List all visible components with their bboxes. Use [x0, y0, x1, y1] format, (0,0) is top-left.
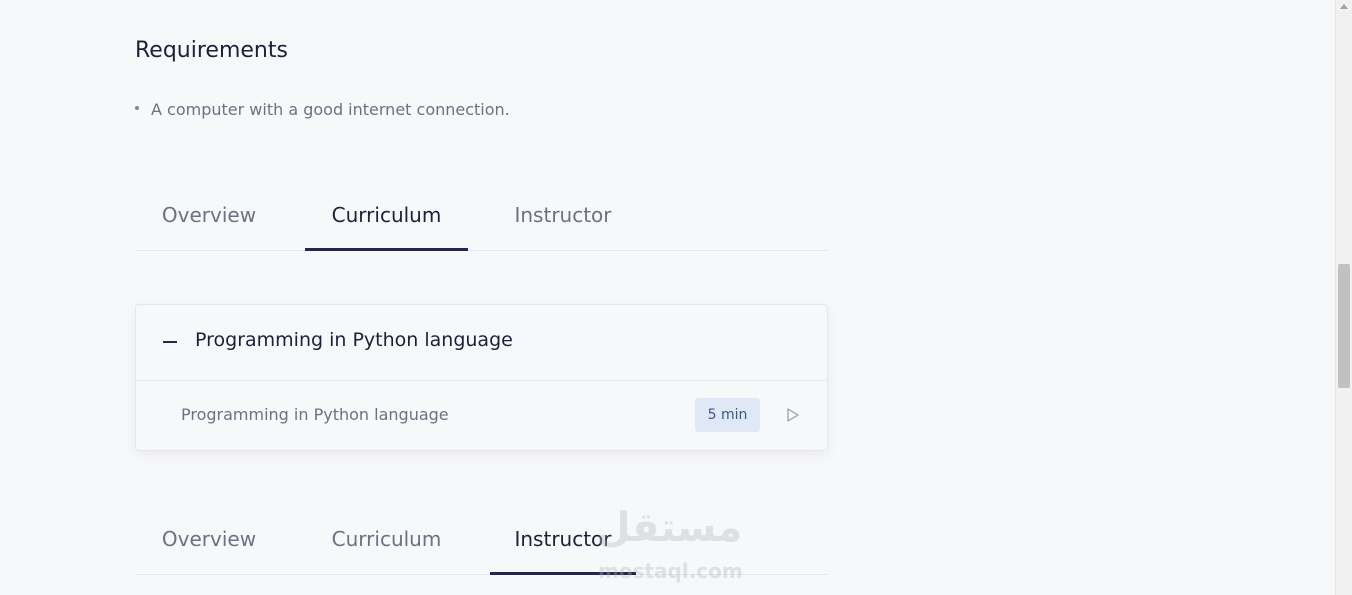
tab-instructor[interactable]: Instructor [490, 180, 636, 248]
bullet-icon [135, 106, 139, 110]
tab-curriculum[interactable]: Curriculum [305, 180, 468, 251]
lesson-item[interactable]: Programming in Python language 5 min [136, 381, 827, 449]
requirement-text: A computer with a good internet connecti… [151, 100, 510, 119]
minus-icon[interactable] [163, 341, 177, 343]
scroll-up-arrow-icon[interactable] [1336, 0, 1352, 14]
tab-overview[interactable]: Overview [135, 504, 283, 572]
lesson-title: Programming in Python language [181, 405, 449, 424]
curriculum-section: Programming in Python language Programmi… [135, 304, 828, 451]
tab-instructor[interactable]: Instructor [490, 504, 636, 575]
requirement-item: A computer with a good internet connecti… [135, 100, 510, 119]
course-tabs-secondary: Overview Curriculum Instructor [135, 504, 828, 575]
course-tabs: Overview Curriculum Instructor [135, 180, 828, 251]
tab-overview[interactable]: Overview [135, 180, 283, 248]
section-title: Programming in Python language [195, 329, 513, 351]
lesson-duration-badge: 5 min [695, 398, 760, 432]
section-header[interactable]: Programming in Python language [136, 305, 827, 381]
requirements-title: Requirements [135, 38, 288, 63]
course-page: Requirements A computer with a good inte… [0, 0, 1352, 595]
play-icon[interactable] [785, 407, 801, 423]
vertical-scrollbar[interactable] [1335, 0, 1352, 595]
scrollbar-thumb[interactable] [1338, 264, 1350, 388]
tab-curriculum[interactable]: Curriculum [305, 504, 468, 572]
